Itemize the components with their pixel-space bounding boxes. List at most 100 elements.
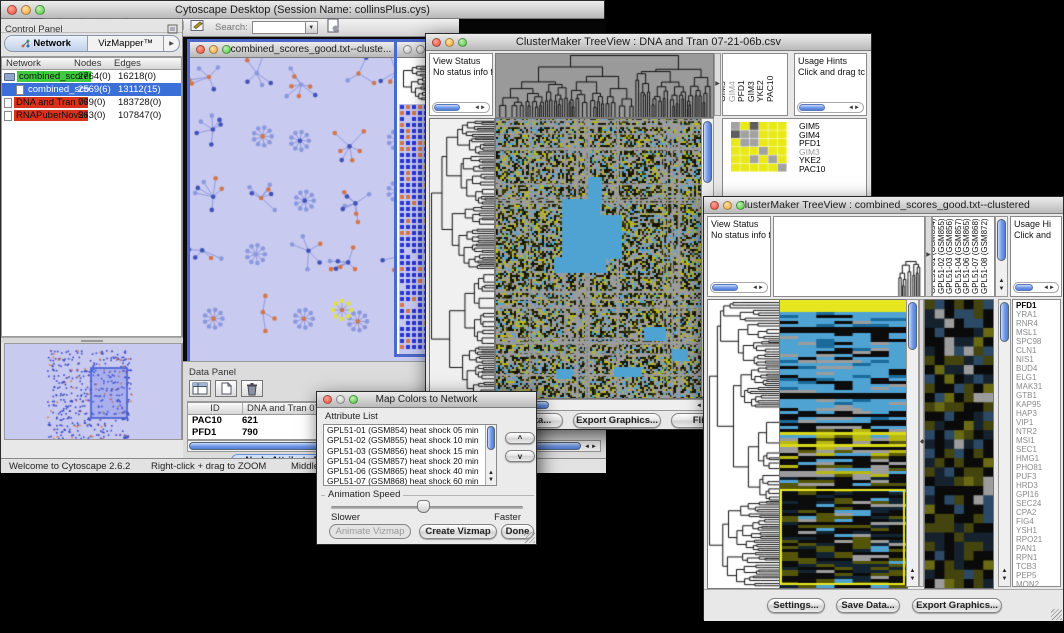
gene-label: BUD4 <box>1016 364 1042 373</box>
tv2-heatmap[interactable] <box>779 299 908 589</box>
gene-label: TCB3 <box>1016 562 1042 571</box>
treeview1-titlebar: ClusterMaker TreeView : DNA and Tran 07-… <box>426 34 871 51</box>
tv2-labels-scrollbar[interactable]: ▲▼ <box>995 216 1008 297</box>
zoom-window-icon[interactable] <box>458 38 467 47</box>
network-row[interactable]: combined_scores_2764(0)16218(0) <box>2 70 181 83</box>
tv2-heatmap-scrollbar[interactable]: ▲▼ <box>906 299 919 587</box>
attribute-item[interactable]: GPL51-03 (GSM856) heat shock 15 min <box>324 446 496 456</box>
attribute-item[interactable]: GPL51-07 (GSM868) heat shock 60 min <box>324 476 496 486</box>
slider-thumb[interactable] <box>417 500 430 513</box>
minimize-icon[interactable] <box>416 45 425 54</box>
zoom-window-icon[interactable] <box>222 45 231 54</box>
panel-scrollbar[interactable]: ◄► <box>797 102 864 113</box>
resize-grip[interactable] <box>524 532 535 543</box>
close-icon[interactable] <box>196 45 205 54</box>
minimize-icon[interactable] <box>445 38 454 47</box>
gene-label: HRD3 <box>1016 481 1042 490</box>
edge-count: 16218(0) <box>118 71 156 82</box>
tab-vizmapper[interactable]: VizMapper™ <box>88 36 164 51</box>
panel-scrollbar[interactable]: ◄► <box>432 102 490 113</box>
attribute-item[interactable]: GPL51-06 (GSM865) heat shock 40 min <box>324 466 496 476</box>
slider-slower-label: Slower <box>331 512 360 523</box>
treeview2-title: ClusterMaker TreeView : combined_scores_… <box>704 199 1063 211</box>
tv2-row-dendrogram[interactable] <box>707 299 781 589</box>
panel-scrollbar[interactable]: ◄► <box>710 282 768 293</box>
column-label: PAC10 <box>765 76 775 102</box>
attribute-list-label: Attribute List <box>325 411 378 422</box>
close-icon[interactable] <box>7 5 17 15</box>
attribute-item[interactable]: GPL51-04 (GSM857) heat shock 20 min <box>324 456 496 466</box>
treeview2-titlebar: ClusterMaker TreeView : combined_scores_… <box>704 197 1063 214</box>
network-row[interactable]: RNAPuberNov2+l563(0)107847(0) <box>2 109 181 122</box>
gene-label: RNR4 <box>1016 319 1042 328</box>
tv1-heatmap[interactable] <box>495 118 703 399</box>
gene-label: SPC98 <box>1016 337 1042 346</box>
tab-network[interactable]: Network <box>5 36 88 51</box>
network-row[interactable]: DNA and Tran 07769(0)183728(0) <box>2 96 181 109</box>
select-attributes-button[interactable] <box>189 380 211 397</box>
tv2-view-status-panel: View Status No status info f ◄► <box>707 216 771 297</box>
document-icon <box>4 98 12 108</box>
close-icon[interactable] <box>403 45 412 54</box>
resize-grip[interactable] <box>1051 609 1062 620</box>
close-icon[interactable] <box>710 201 719 210</box>
tv2-zoom-scrollbar[interactable]: ▲▼ <box>998 299 1011 587</box>
tv2-column-dendrogram-panel[interactable] <box>773 216 925 297</box>
column-label: GIM3 <box>746 81 756 102</box>
minimize-icon[interactable] <box>21 5 31 15</box>
attribute-list-scrollbar[interactable]: ▲▼ <box>485 425 496 485</box>
column-label: PFD1 <box>736 80 746 102</box>
export-graphics-button[interactable]: Export Graphics... <box>573 413 661 428</box>
export-graphics-button[interactable]: Export Graphics... <box>912 598 1002 613</box>
zoom-window-icon[interactable] <box>349 395 358 404</box>
gene-label: PUF3 <box>1016 472 1042 481</box>
zoom-window-icon[interactable] <box>35 5 45 15</box>
control-panel: Control Panel Network VizMapper™ ▶ Netwo… <box>1 19 183 440</box>
window-controls[interactable] <box>7 5 45 15</box>
tv1-similarity-matrix[interactable] <box>731 122 787 172</box>
attribute-list: GPL51-01 (GSM854) heat shock 05 minGPL51… <box>323 424 497 486</box>
attribute-item[interactable]: GPL51-01 (GSM854) heat shock 05 min <box>324 425 496 435</box>
data-panel-title: Data Panel <box>183 367 236 378</box>
search-input[interactable] <box>252 21 306 34</box>
network-row[interactable]: combined_sco2569(6)13112(15) <box>2 83 181 96</box>
birdseye-view[interactable] <box>4 343 182 440</box>
zoom-window-icon[interactable] <box>736 201 745 210</box>
splitter-handle[interactable]: ▶ <box>925 216 932 297</box>
tv1-row-dendrogram[interactable] <box>429 118 495 399</box>
splitter-handle[interactable]: ▶ <box>714 53 721 116</box>
tv2-button-bar: Settings... Save Data... Export Graphics… <box>704 589 1063 621</box>
gene-label: HAP3 <box>1016 409 1042 418</box>
view-status-message: No status info f <box>430 67 492 78</box>
minimize-icon[interactable] <box>336 395 345 404</box>
tab-overflow-icon[interactable]: ▶ <box>164 36 179 51</box>
create-vizmap-button[interactable]: Create Vizmap <box>419 524 497 539</box>
panel-scrollbar[interactable]: ◄► <box>1013 282 1059 293</box>
annotation-icon[interactable] <box>190 18 205 37</box>
document-icon <box>4 111 12 121</box>
move-up-button[interactable]: ^ <box>505 432 535 444</box>
animate-vizmap-button[interactable]: Animate Vizmap <box>329 524 411 539</box>
move-down-button[interactable]: v <box>505 450 535 462</box>
delete-attribute-icon[interactable] <box>241 380 263 397</box>
attribute-item[interactable]: GPL51-02 (GSM855) heat shock 10 min <box>324 435 496 445</box>
close-icon[interactable] <box>323 395 332 404</box>
gene-label: FIG4 <box>1016 517 1042 526</box>
document-icon <box>16 85 24 95</box>
column-label: YKE2 <box>755 80 765 102</box>
tv1-column-dendrogram[interactable] <box>495 53 714 118</box>
search-dropdown-icon[interactable]: ▼ <box>306 21 318 34</box>
save-data-button[interactable]: Save Data... <box>836 598 900 613</box>
minimize-icon[interactable] <box>209 45 218 54</box>
index-search-icon[interactable] <box>326 18 340 38</box>
gene-label: CLN1 <box>1016 346 1042 355</box>
tv2-zoom-view[interactable] <box>924 299 994 589</box>
new-attribute-button[interactable] <box>215 380 237 397</box>
treeview1-title: ClusterMaker TreeView : DNA and Tran 07-… <box>426 36 871 48</box>
settings-button[interactable]: Settings... <box>767 598 825 613</box>
minimize-icon[interactable] <box>723 201 732 210</box>
tv2-usage-hints-panel: Usage Hi Click and ◄► <box>1010 216 1062 297</box>
usage-hints-title: Usage Hi <box>1011 217 1061 230</box>
close-icon[interactable] <box>432 38 441 47</box>
view-status-title: View Status <box>430 54 492 67</box>
